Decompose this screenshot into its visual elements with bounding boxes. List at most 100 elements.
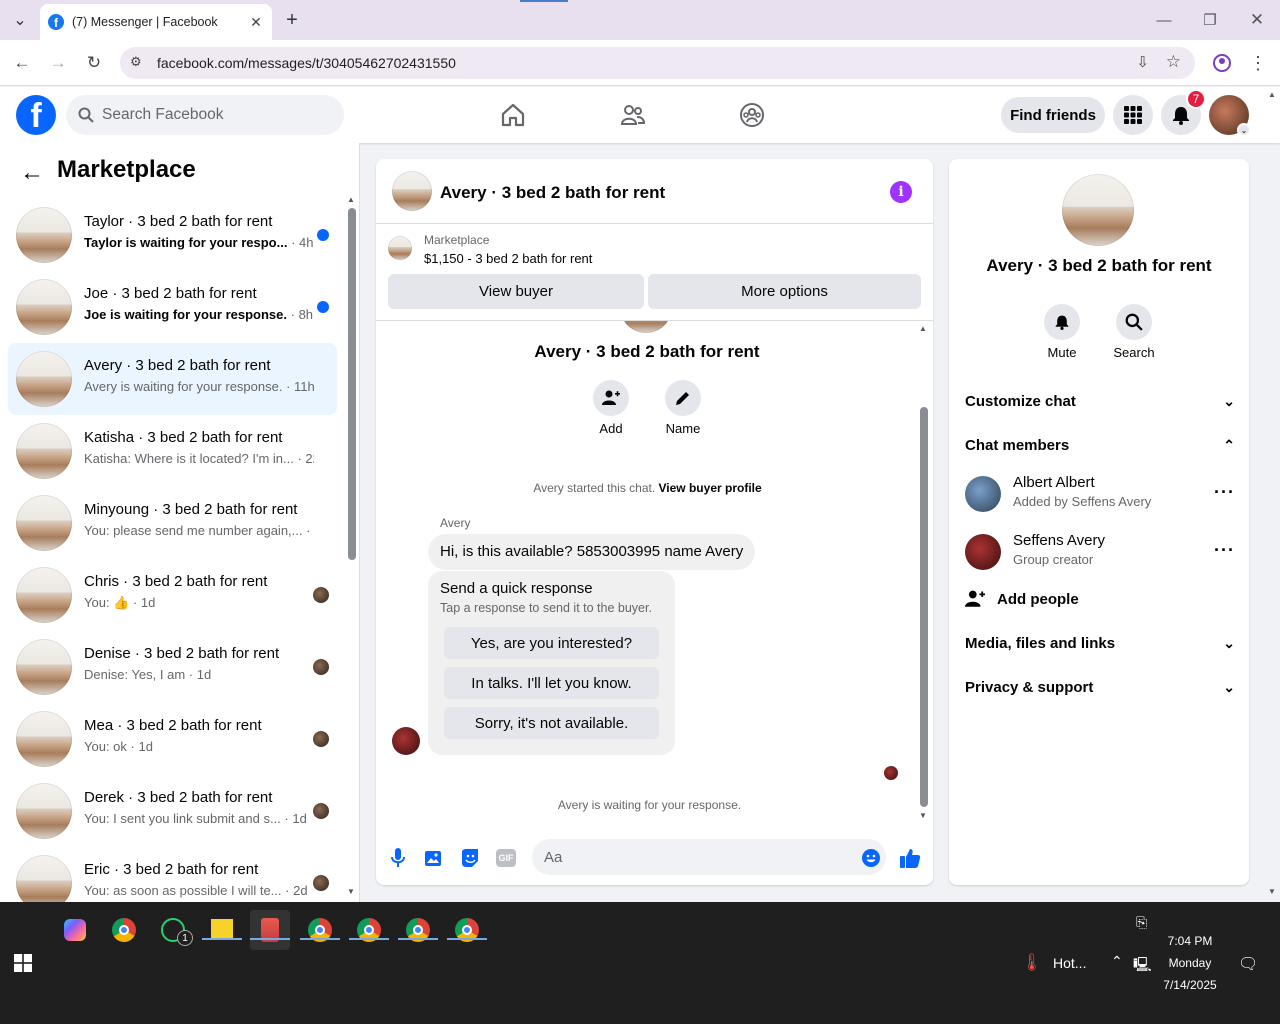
member-row[interactable]: Seffens Avery Group creator ···: [965, 532, 1235, 576]
add-people-row[interactable]: Add people: [965, 587, 1235, 611]
chat-members-row[interactable]: Chat members ⌃: [965, 433, 1235, 457]
bookmark-star-icon[interactable]: ☆: [1166, 52, 1181, 72]
quick-reply-button[interactable]: Yes, are you interested?: [444, 627, 659, 659]
weather-thermometer-icon[interactable]: 🌡: [1021, 953, 1043, 973]
new-tab-icon[interactable]: +: [281, 9, 303, 31]
photo-icon[interactable]: [423, 847, 445, 869]
like-thumb-icon[interactable]: [899, 847, 921, 869]
whatsapp-icon[interactable]: 1: [153, 910, 193, 950]
gif-icon[interactable]: GIF: [495, 847, 517, 869]
chat-scroll-down-icon[interactable]: ▼: [919, 811, 927, 820]
chrome-profile-3-icon[interactable]: [398, 910, 438, 950]
member-row[interactable]: Albert Albert Added by Seffens Avery ···: [965, 474, 1235, 518]
groups-icon[interactable]: [736, 99, 768, 131]
buyer-avatar[interactable]: [392, 727, 420, 755]
account-avatar[interactable]: ⌄: [1209, 95, 1251, 137]
conversation-item[interactable]: Joe · 3 bed 2 bath for rent Joe is waitin…: [8, 271, 337, 343]
privacy-support-row[interactable]: Privacy & support ⌄: [965, 675, 1235, 699]
message-input[interactable]: [532, 839, 886, 875]
chrome-profile-2-icon[interactable]: [349, 910, 389, 950]
tab-close-icon[interactable]: ✕: [248, 14, 264, 31]
customize-chat-row[interactable]: Customize chat ⌄: [965, 389, 1235, 413]
window-close-icon[interactable]: ✕: [1245, 8, 1269, 32]
more-options-button[interactable]: More options: [648, 274, 921, 309]
reload-icon[interactable]: ↻: [81, 50, 107, 76]
conversation-item[interactable]: Katisha · 3 bed 2 bath for rent Katisha: …: [8, 415, 337, 487]
view-buyer-profile-link[interactable]: View buyer profile: [659, 481, 762, 495]
search-input[interactable]: [102, 106, 322, 124]
conversation-item[interactable]: Denise · 3 bed 2 bath for rent Denise: Ye…: [8, 631, 337, 703]
microphone-icon[interactable]: [387, 847, 409, 869]
conversation-item[interactable]: Taylor · 3 bed 2 bath for rent Taylor is …: [8, 199, 337, 271]
sticky-notes-icon[interactable]: [202, 910, 242, 950]
site-info-icon[interactable]: ⚙: [130, 54, 142, 70]
forward-icon[interactable]: →: [45, 50, 71, 76]
notification-center-icon[interactable]: 🗨: [1238, 954, 1258, 974]
restore-icon[interactable]: ❐: [1198, 8, 1222, 32]
sticker-icon[interactable]: [459, 847, 481, 869]
chrome-profile-1-icon[interactable]: [300, 910, 340, 950]
message-bubble[interactable]: Hi, is this available? 5853003995 name A…: [428, 534, 756, 570]
back-arrow-icon[interactable]: ←: [18, 159, 46, 187]
page-scroll-up-icon[interactable]: ▲: [1268, 90, 1276, 99]
friends-icon[interactable]: [617, 99, 649, 131]
page-scroll-down-icon[interactable]: ▼: [1268, 887, 1276, 896]
conversation-scrollbar[interactable]: [348, 208, 356, 560]
conversation-item[interactable]: Minyoung · 3 bed 2 bath for rent You: ple…: [8, 487, 337, 559]
copilot-icon[interactable]: [55, 910, 95, 950]
url-field[interactable]: ⚙ facebook.com/messages/t/30405462702431…: [120, 47, 1195, 79]
chat-title[interactable]: Avery · 3 bed 2 bath for rent: [440, 183, 665, 203]
profile-icon[interactable]: [1209, 50, 1235, 76]
facebook-search[interactable]: [66, 95, 344, 135]
clock-date[interactable]: 7/14/2025: [1155, 978, 1225, 992]
scroll-up-icon[interactable]: ▲: [347, 195, 355, 204]
media-files-row[interactable]: Media, files and links ⌄: [965, 631, 1235, 655]
listing-price[interactable]: $1,150 - 3 bed 2 bath for rent: [424, 251, 592, 266]
clock-day[interactable]: Monday: [1160, 956, 1220, 970]
chat-scrollbar[interactable]: [920, 407, 928, 807]
info-icon[interactable]: i: [890, 181, 912, 203]
network-icon[interactable]: 🖳: [1133, 954, 1152, 978]
facebook-logo-icon[interactable]: f: [16, 95, 56, 135]
windows-start-icon[interactable]: [14, 954, 32, 978]
message-area: Avery · 3 bed 2 bath for rent Add Name A…: [376, 321, 933, 823]
tablet-mode-icon[interactable]: ⎘: [1136, 914, 1147, 931]
more-options-icon[interactable]: ···: [1214, 540, 1235, 561]
add-person-icon[interactable]: [593, 380, 629, 416]
quick-reply-button[interactable]: In talks. I'll let you know.: [444, 667, 659, 699]
more-options-icon[interactable]: ···: [1214, 482, 1235, 503]
scroll-down-icon[interactable]: ▼: [347, 887, 355, 896]
tab-search-icon[interactable]: ⌄: [9, 9, 31, 31]
conversation-name: Denise · 3 bed 2 bath for rent: [84, 645, 280, 662]
menu-grid-icon[interactable]: [1113, 95, 1153, 135]
find-friends-button[interactable]: Find friends: [1001, 97, 1105, 133]
clock-time[interactable]: 7:04 PM: [1160, 934, 1220, 948]
conversation-item[interactable]: Mea · 3 bed 2 bath for rent You: ok · 1d: [8, 703, 337, 775]
view-buyer-button[interactable]: View buyer: [388, 274, 644, 309]
conversation-item[interactable]: Avery · 3 bed 2 bath for rent Avery is wa…: [8, 343, 337, 415]
conversation-item[interactable]: Derek · 3 bed 2 bath for rent You: I sent…: [8, 775, 337, 847]
listing-thumbnail[interactable]: [388, 236, 412, 260]
edit-name-icon[interactable]: [665, 380, 701, 416]
conversation-avatar: [16, 711, 72, 767]
chat-avatar[interactable]: [392, 171, 432, 211]
emoji-icon[interactable]: [860, 847, 882, 869]
chrome-icon[interactable]: [104, 910, 144, 950]
tab-indicator: [520, 0, 568, 2]
install-app-icon[interactable]: ⇩: [1136, 53, 1149, 71]
details-listing-picture[interactable]: [1062, 174, 1134, 246]
back-icon[interactable]: ←: [9, 50, 35, 76]
search-conversation-icon[interactable]: [1116, 304, 1152, 340]
conversation-item[interactable]: Chris · 3 bed 2 bath for rent You: 👍 · 1d: [8, 559, 337, 631]
minimize-icon[interactable]: —: [1152, 8, 1176, 32]
show-hidden-icons-icon[interactable]: ⌃: [1111, 953, 1123, 970]
weather-text[interactable]: Hot...: [1053, 955, 1086, 971]
quick-reply-button[interactable]: Sorry, it's not available.: [444, 707, 659, 739]
chrome-profile-4-icon[interactable]: [447, 910, 487, 950]
home-icon[interactable]: [497, 99, 529, 131]
browser-menu-icon[interactable]: ⋮: [1245, 50, 1271, 76]
snipping-tool-icon[interactable]: [250, 910, 290, 950]
chat-scroll-up-icon[interactable]: ▲: [919, 324, 927, 333]
browser-tab[interactable]: f (7) Messenger | Facebook ✕: [40, 4, 272, 40]
mute-bell-icon[interactable]: [1044, 304, 1080, 340]
